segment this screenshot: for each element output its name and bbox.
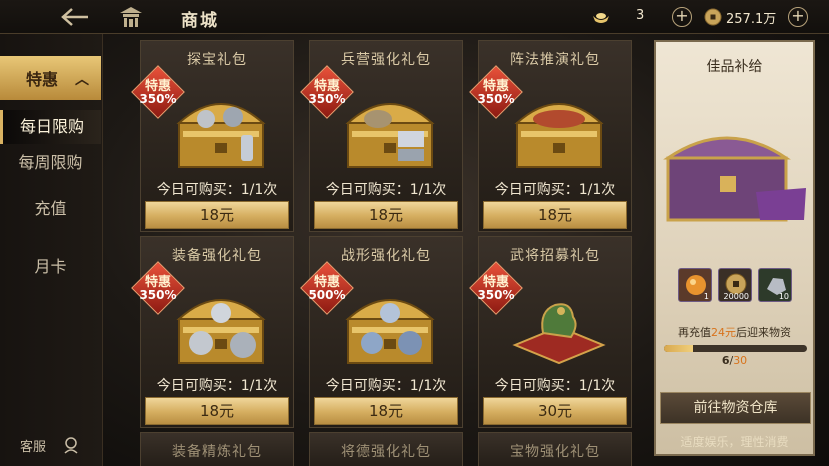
customer-service-label[interactable]: 客服 (20, 436, 46, 455)
buy-button[interactable]: 18元 (314, 201, 458, 229)
purchase-limit: 今日可购买：1/1次 (325, 378, 447, 394)
gift-name: 宝物强化礼包 (510, 444, 600, 460)
sidebar-nav: 特惠 ︿ 每日限购 每周限购 充值 月卡 客服 (0, 34, 103, 466)
purchase-limit: 今日可购买：1/1次 (156, 182, 278, 198)
coin-icon[interactable]: 20000 (718, 268, 752, 302)
supply-progress-bar (664, 345, 807, 352)
sidebar-item-recharge[interactable]: 充值 (0, 192, 101, 226)
sidebar-section-special[interactable]: 特惠 ︿ (0, 56, 101, 100)
discount-badge: 特惠 350% (469, 65, 523, 119)
gift-card-equipment[interactable]: 装备强化礼包 特惠 350% 今日可购买：1/1次 18元 (131, 236, 294, 428)
gift-name: 探宝礼包 (187, 52, 247, 68)
gift-card-formation[interactable]: 阵法推演礼包 特惠 350% 今日可购买：1/1次 18元 (469, 40, 632, 232)
discount-badge: 特惠 350% (300, 65, 354, 119)
gift-name: 阵法推演礼包 (510, 52, 600, 68)
silver-ore-icon[interactable]: 10 (758, 268, 792, 302)
gift-name: 装备精炼礼包 (172, 444, 262, 460)
item-count: 1 (703, 292, 709, 301)
discount-badge: 特惠 350% (469, 261, 523, 315)
go-to-warehouse-button[interactable]: 前往物资仓库 (660, 392, 811, 424)
supply-progress-text: 6/30 (721, 354, 748, 367)
treasure-chest-icon (171, 271, 271, 371)
health-notice: 适度娱乐，理性消费 (680, 435, 789, 449)
add-ingot-button[interactable]: + (672, 7, 692, 27)
reward-items: 1 20000 10 (678, 268, 793, 306)
supply-panel-title: 佳品补给 (706, 59, 763, 75)
add-coin-button[interactable]: + (788, 7, 808, 27)
buy-button[interactable]: 18元 (314, 397, 458, 425)
coin-resource: 257.1万 + (704, 6, 808, 28)
purchase-limit: 今日可购买：1/1次 (494, 378, 616, 394)
gift-card-barracks[interactable]: 兵营强化礼包 特惠 350% 今日可购买：1/1次 18元 (300, 40, 463, 232)
jade-dragon-icon (509, 271, 609, 371)
buy-button[interactable]: 18元 (483, 201, 627, 229)
ingot-resource: 3 + (592, 6, 692, 28)
orb-icon[interactable]: 1 (678, 268, 712, 302)
discount-badge: 特惠 500% (300, 261, 354, 315)
sidebar-item-weekly[interactable]: 每周限购 (0, 146, 101, 180)
discount-badge: 特惠 350% (131, 65, 185, 119)
sidebar-section-label: 特惠 (26, 70, 59, 89)
gift-card-general-recruit[interactable]: 武将招募礼包 特惠 350% 今日可购买：1/1次 30元 (469, 236, 632, 428)
treasure-chest-icon (340, 271, 440, 371)
supply-panel: 佳品补给 1 20000 10 再充值24元后迎来物资 6/30 前往物资仓库 … (654, 40, 815, 456)
item-count: 10 (778, 292, 789, 301)
gift-card-virtue[interactable]: 将德强化礼包 (309, 432, 463, 466)
chevron-up-icon: ︿ (75, 72, 89, 88)
buy-button[interactable]: 18元 (145, 397, 289, 425)
back-arrow-icon[interactable] (58, 4, 92, 30)
gift-card-treasure[interactable]: 探宝礼包 特惠 350% 今日可购买：1/1次 18元 (131, 40, 294, 232)
treasure-chest-icon (340, 75, 440, 175)
buy-button[interactable]: 30元 (483, 397, 627, 425)
sidebar-item-daily[interactable]: 每日限购 (0, 110, 101, 144)
gift-card-refine[interactable]: 装备精炼礼包 (140, 432, 294, 466)
gift-name: 将德强化礼包 (341, 444, 431, 460)
purchase-limit: 今日可购买：1/1次 (494, 182, 616, 198)
gold-ingot-icon (592, 8, 610, 26)
page-title: 商城 (181, 11, 219, 31)
treasure-chest-icon (509, 75, 609, 175)
customer-service-icon[interactable] (62, 436, 80, 454)
gift-name: 装备强化礼包 (172, 248, 262, 264)
top-bar: 商城 3 + 257.1万 + (0, 0, 829, 34)
purple-chest-icon (660, 96, 810, 246)
copper-coin-icon (704, 8, 722, 26)
sidebar-item-monthly-card[interactable]: 月卡 (0, 250, 101, 284)
gift-card-battle-form[interactable]: 战形强化礼包 特惠 500% 今日可购买：1/1次 18元 (300, 236, 463, 428)
discount-badge: 特惠 350% (131, 261, 185, 315)
recharge-hint: 再充值24元后迎来物资 (678, 326, 791, 339)
buy-button[interactable]: 18元 (145, 201, 289, 229)
coin-value: 257.1万 (726, 12, 777, 27)
gift-name: 兵营强化礼包 (341, 52, 431, 68)
purchase-limit: 今日可购买：1/1次 (156, 378, 278, 394)
gift-name: 武将招募礼包 (510, 248, 600, 264)
purchase-limit: 今日可购买：1/1次 (325, 182, 447, 198)
item-count: 20000 (723, 292, 749, 301)
ingot-value: 3 (636, 8, 645, 23)
gift-card-treasure-enhance[interactable]: 宝物强化礼包 (478, 432, 632, 466)
home-icon[interactable] (118, 5, 144, 29)
treasure-chest-icon (171, 75, 271, 175)
gift-name: 战形强化礼包 (341, 248, 431, 264)
